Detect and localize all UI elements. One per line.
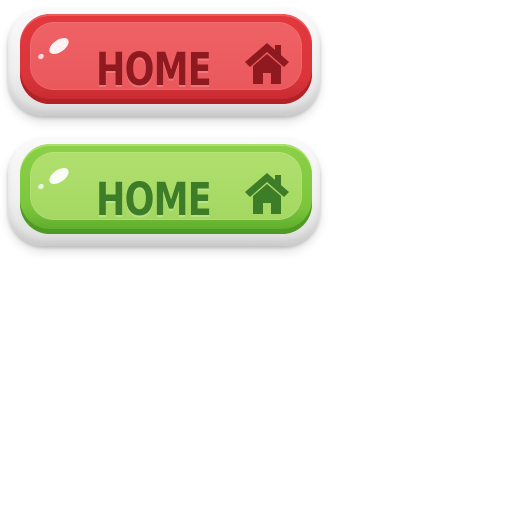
button-face: HOME [20, 144, 312, 234]
home-icon [242, 40, 292, 88]
home-button-green[interactable]: HOME [8, 138, 320, 246]
home-label: HOME [96, 43, 212, 96]
button-face: HOME [20, 14, 312, 104]
home-button-red[interactable]: HOME [8, 8, 320, 116]
home-icon [242, 170, 292, 218]
home-label: HOME [96, 173, 212, 226]
